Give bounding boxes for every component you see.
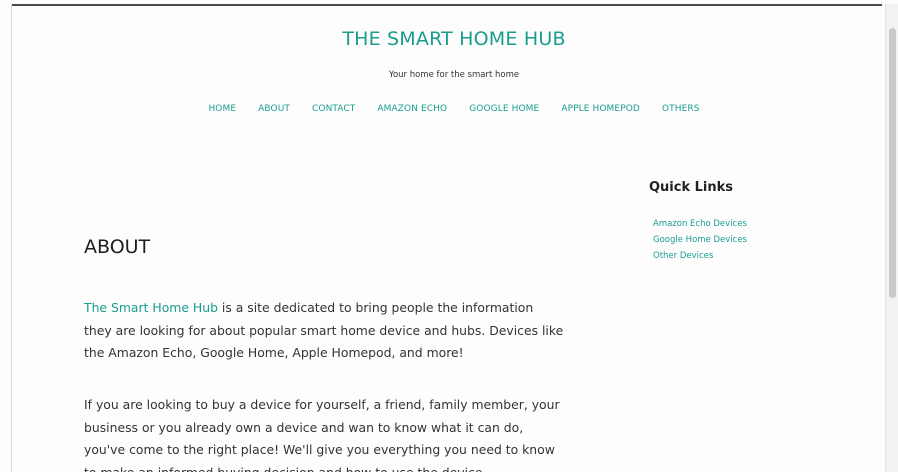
window-top-border xyxy=(12,4,882,6)
nav-item-amazon-echo[interactable]: AMAZON ECHO xyxy=(377,104,447,114)
main-nav: HOME ABOUT CONTACT AMAZON ECHO GOOGLE HO… xyxy=(0,104,898,114)
nav-item-contact[interactable]: CONTACT xyxy=(312,104,355,114)
about-paragraph-2: If you are looking to buy a device for y… xyxy=(84,397,560,472)
quick-link-item: Google Home Devices xyxy=(653,232,747,248)
nav-item-about[interactable]: ABOUT xyxy=(258,104,290,114)
quick-link-other[interactable]: Other Devices xyxy=(653,251,713,261)
page-heading: ABOUT xyxy=(84,236,151,258)
page: THE SMART HOME HUB Your home for the sma… xyxy=(0,0,898,472)
nav-item-apple-homepod[interactable]: APPLE HOMEPOD xyxy=(561,104,640,114)
vertical-scrollbar[interactable] xyxy=(885,4,898,472)
nav-item-google-home[interactable]: GOOGLE HOME xyxy=(469,104,539,114)
site-tagline: Your home for the smart home xyxy=(388,70,520,80)
quick-link-item: Amazon Echo Devices xyxy=(653,216,747,232)
quick-links-list: Amazon Echo Devices Google Home Devices … xyxy=(653,216,747,264)
sidebar-title: Quick Links xyxy=(649,180,734,195)
nav-item-home[interactable]: HOME xyxy=(208,104,236,114)
nav-item-others[interactable]: OTHERS xyxy=(662,104,700,114)
site-title[interactable]: THE SMART HOME HUB xyxy=(0,28,898,50)
site-name-link[interactable]: The Smart Home Hub xyxy=(84,300,218,315)
quick-link-amazon-echo[interactable]: Amazon Echo Devices xyxy=(653,219,747,229)
about-paragraph-1: The Smart Home Hub is a site dedicated t… xyxy=(84,297,564,365)
scrollbar-thumb[interactable] xyxy=(889,28,896,298)
quick-link-google-home[interactable]: Google Home Devices xyxy=(653,235,747,245)
quick-link-item: Other Devices xyxy=(653,248,747,264)
